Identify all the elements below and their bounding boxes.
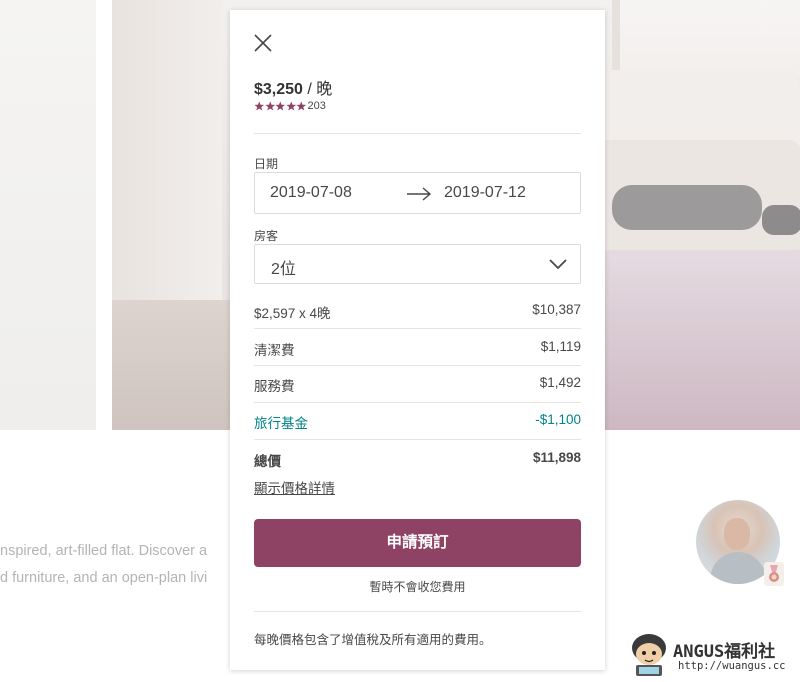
price-line-label: 清潔費 [254,343,295,358]
divider [254,439,581,440]
nightly-price-amount: $3,250 [254,81,303,98]
price-total: 總價 $11,898 [254,450,581,469]
price-line-value: $1,492 [539,375,581,390]
star-icon [254,101,265,111]
request-to-book-button[interactable]: 申請預訂 [254,519,581,567]
check-in-date[interactable]: 2019-07-08 [270,184,352,202]
price-line-value: $10,387 [532,302,581,317]
date-range-picker: 2019-07-08 2019-07-12 [254,172,581,214]
chevron-down-icon [549,259,567,270]
watermark-url: http://wuangus.cc [678,660,786,672]
divider [254,365,581,366]
star-icon [275,101,286,111]
watermark-logo: ANGUS福利社 http://wuangus.cc [627,626,797,678]
price-line-travel-credit: 旅行基金 -$1,100 [254,412,581,431]
host-face [724,518,750,550]
review-count: 203 [307,100,326,112]
price-line-value: $1,119 [540,339,581,354]
star-icon [264,101,275,111]
guests-select[interactable]: 2位 [254,244,581,284]
divider [254,611,581,612]
check-out-date[interactable]: 2019-07-12 [444,184,526,202]
total-label: 總價 [254,454,281,469]
dates-label: 日期 [254,157,279,171]
price-line-nights: $2,597 x 4晚 $10,387 [254,302,581,321]
price-line-label: 服務費 [254,379,295,394]
divider [254,402,581,403]
watermark-title: ANGUS福利社 [673,642,776,662]
mascot-icon [632,634,666,676]
no-charge-note: 暫時不會收您費用 [369,580,466,594]
price-line-label: 旅行基金 [254,416,308,431]
price-line-cleaning: 清潔費 $1,119 [254,339,581,358]
listing-description-line-2: d furniture, and an open-plan livi [0,570,208,586]
guests-label: 房客 [254,229,279,243]
listing-description-line-1: nspired, art-filled flat. Discover a [0,543,208,559]
nightly-price-unit: / 晚 [302,81,333,98]
price-line-service: 服務費 $1,492 [254,375,581,394]
listing-photo-left [0,0,96,430]
divider [254,328,581,329]
show-price-details-link[interactable]: 顯示價格詳情 [254,477,335,497]
photo-blanket-2 [762,205,800,235]
photo-blanket [612,185,762,230]
star-icon [285,101,296,111]
star-icon [296,101,307,111]
price-line-value: -$1,100 [535,412,581,427]
guests-value: 2位 [271,261,296,278]
price-line-label: $2,597 x 4晚 [254,306,331,321]
divider [254,133,581,134]
tax-note: 每晚價格包含了增值稅及所有適用的費用。 [254,633,492,647]
total-value: $11,898 [532,450,581,465]
host-shirt [710,552,766,584]
arrow-right-icon [407,187,432,201]
superhost-badge-icon [764,562,784,586]
close-button[interactable] [252,32,274,54]
booking-panel: $3,250 / 晚 203 日期 2019-07-08 2019-07-12 … [230,10,605,670]
close-icon [254,34,272,52]
nightly-price: $3,250 / 晚 [254,75,332,99]
rating[interactable]: 203 [254,100,326,113]
